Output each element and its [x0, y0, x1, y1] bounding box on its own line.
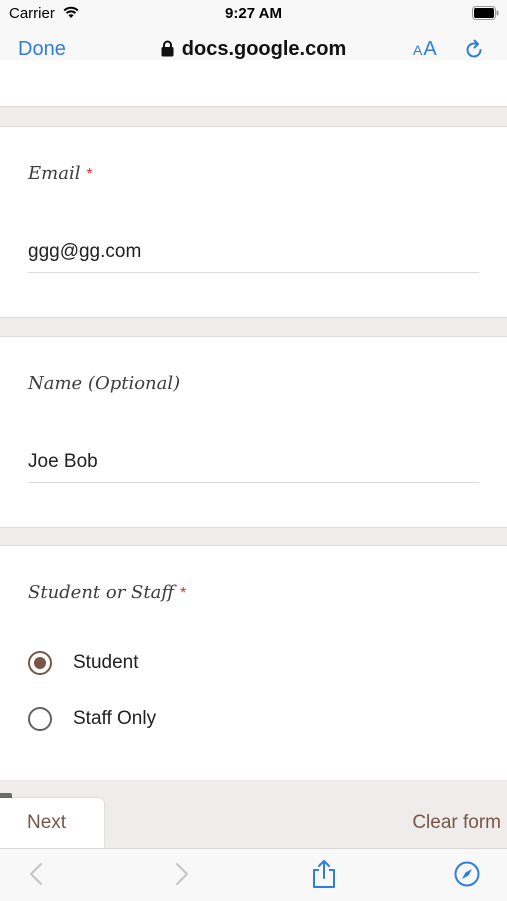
battery-icon — [472, 6, 499, 20]
question-title: Student or Staff * — [28, 582, 186, 603]
url-text: docs.google.com — [181, 38, 347, 60]
status-bar: Carrier 9:27 AM — [0, 0, 507, 28]
email-field-underline — [28, 272, 479, 273]
question-title-text: Name (Optional) — [28, 373, 181, 394]
forward-icon[interactable] — [168, 861, 194, 887]
question-card-email: Email * ggg@gg.com — [0, 126, 507, 318]
next-button-label: Next — [27, 812, 67, 833]
name-field[interactable]: Joe Bob — [28, 451, 98, 473]
radio-button-unchecked[interactable] — [28, 707, 52, 731]
required-asterisk: * — [180, 585, 187, 602]
email-field[interactable]: ggg@gg.com — [28, 241, 141, 263]
radio-label: Staff Only — [73, 708, 157, 729]
name-field-underline — [28, 482, 479, 483]
clear-form-button[interactable]: Clear form — [412, 812, 501, 834]
compass-icon[interactable] — [454, 861, 480, 887]
radio-button-checked[interactable] — [28, 651, 52, 675]
browser-toolbar — [0, 848, 507, 901]
required-asterisk: * — [86, 166, 93, 183]
back-icon[interactable] — [24, 861, 50, 887]
question-title: Email * — [28, 163, 93, 184]
lock-icon — [161, 40, 174, 57]
question-title-text: Email — [28, 163, 81, 184]
reload-icon[interactable] — [462, 38, 486, 62]
question-title-text: Student or Staff — [28, 582, 175, 603]
share-icon[interactable] — [310, 859, 338, 889]
next-button[interactable]: Next — [0, 798, 104, 848]
text-size-large-a: A — [423, 38, 438, 60]
text-size-button[interactable]: AA — [413, 38, 438, 61]
question-card-role: Student or Staff * Student Staff Only — [0, 545, 507, 781]
question-title: Name (Optional) — [28, 373, 180, 394]
text-size-small-a: A — [413, 42, 424, 58]
previous-question-card — [0, 60, 507, 107]
radio-label: Student — [73, 652, 139, 673]
question-card-name: Name (Optional) Joe Bob — [0, 336, 507, 528]
clock: 9:27 AM — [225, 5, 282, 22]
